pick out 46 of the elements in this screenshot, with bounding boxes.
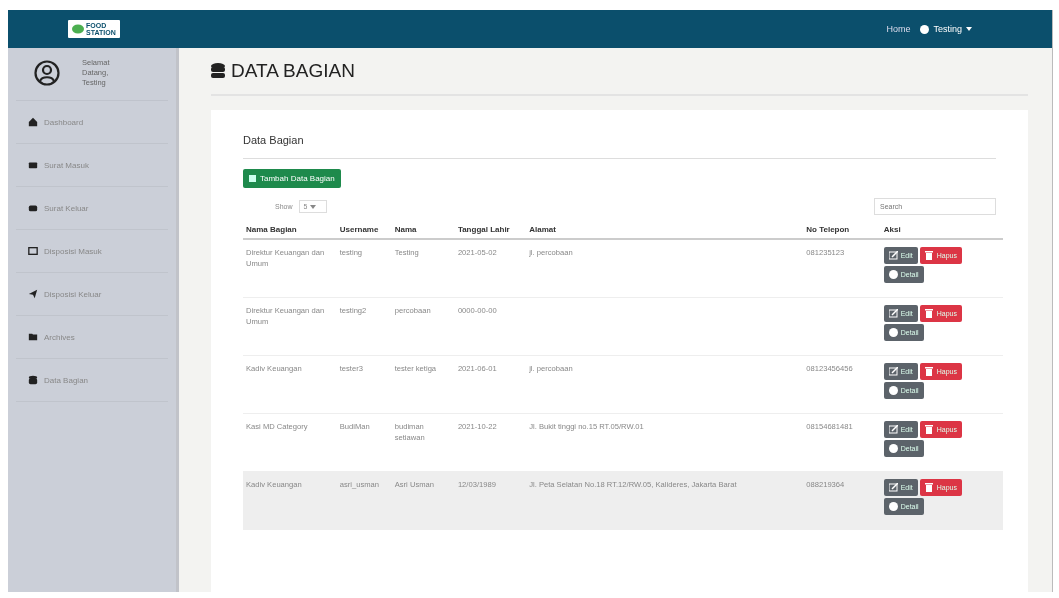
user-icon — [920, 24, 930, 34]
action-icon — [924, 483, 934, 492]
action-icon — [888, 425, 898, 434]
action-icon — [888, 444, 898, 453]
action-icon — [924, 367, 934, 376]
caret-icon — [310, 204, 317, 209]
action-icon — [888, 483, 898, 492]
column-header: Nama — [394, 225, 417, 234]
action-icon — [924, 309, 934, 318]
action-icon — [888, 502, 898, 511]
menu-icon — [28, 117, 38, 127]
column-header: Username — [339, 225, 379, 234]
column-header: Alamat — [529, 225, 556, 234]
column-header: Nama Bagian — [246, 225, 297, 234]
menu-icon — [28, 160, 38, 170]
column-header: Tanggal Lahir — [457, 225, 510, 234]
sidebar-item[interactable]: Dashboard — [16, 101, 168, 144]
menu-icon — [28, 375, 38, 385]
user-avatar-icon — [34, 60, 60, 86]
page-title: DATA BAGIAN — [231, 60, 355, 82]
action-icon — [888, 367, 898, 376]
column-header: No Telepon — [806, 225, 850, 234]
sidebar-item[interactable]: Archives — [16, 316, 168, 359]
user-menu[interactable]: Testing — [920, 24, 972, 34]
action-icon — [924, 425, 934, 434]
sidebar-item[interactable]: Surat Masuk — [16, 144, 168, 187]
nav-link[interactable]: Home — [886, 24, 911, 34]
menu-icon — [28, 332, 38, 342]
action-icon — [888, 270, 898, 279]
action-icon — [888, 386, 898, 395]
column-header: Aksi — [883, 225, 901, 234]
database-icon — [211, 63, 225, 79]
sidebar-item[interactable]: Surat Keluar — [16, 187, 168, 230]
sidebar-item[interactable]: Data Bagian — [16, 359, 168, 402]
action-icon — [888, 328, 898, 337]
add-button[interactable]: Tambah Data Bagian — [243, 169, 341, 188]
card-title: Data Bagian — [243, 134, 996, 159]
sidebar-item[interactable]: Disposisi Keluar — [16, 273, 168, 316]
action-icon — [888, 251, 898, 260]
action-icon — [888, 309, 898, 318]
sidebar-item[interactable]: Disposisi Masuk — [16, 230, 168, 273]
menu-icon — [28, 289, 38, 299]
action-icon — [924, 251, 934, 260]
menu-icon — [28, 203, 38, 213]
menu-icon — [28, 246, 38, 256]
caret-icon — [966, 27, 972, 31]
